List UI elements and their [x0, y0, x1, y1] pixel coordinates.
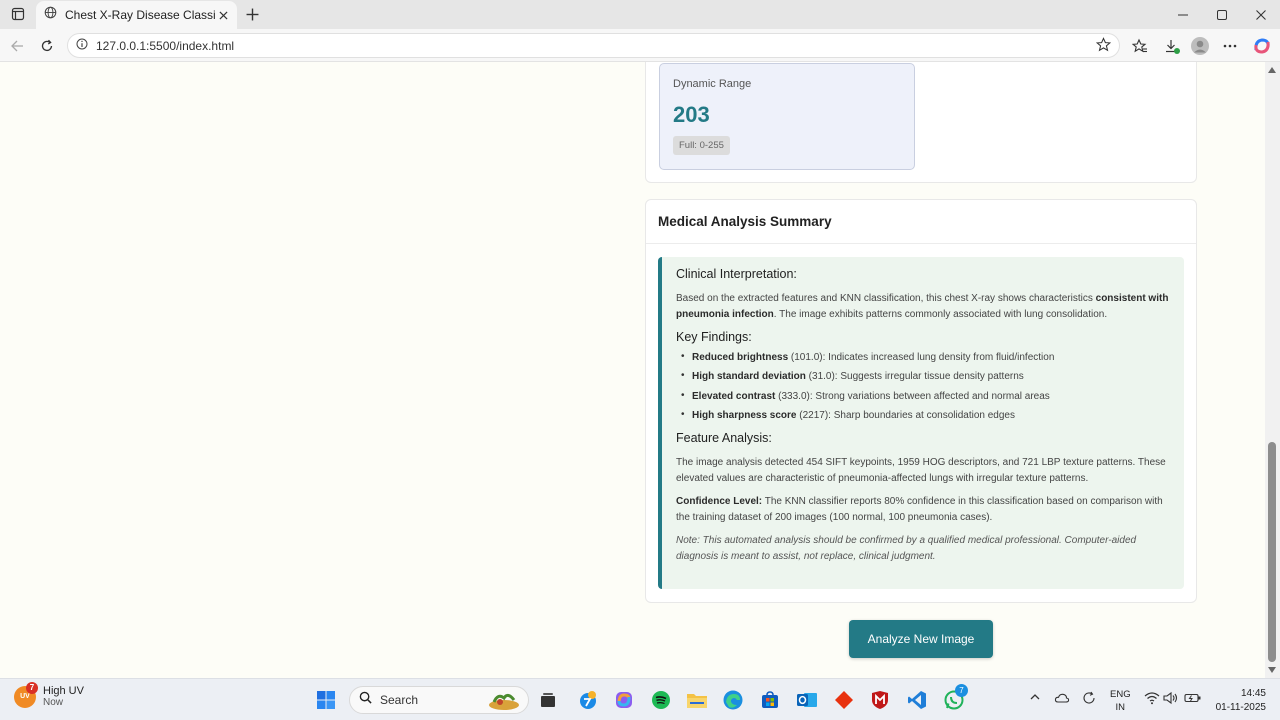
scroll-up-icon[interactable] — [1268, 67, 1276, 73]
copilot-icon[interactable] — [1251, 35, 1273, 57]
finding-text: (2217): Sharp boundaries at consolidatio… — [796, 409, 1015, 421]
summary-header: Medical Analysis Summary — [646, 200, 1196, 244]
volume-icon[interactable] — [1163, 691, 1179, 708]
taskbar-search[interactable]: Search — [349, 686, 529, 714]
input-language-indicator[interactable]: ENG IN — [1110, 688, 1131, 714]
cloud-sync-icon[interactable] — [1054, 691, 1070, 708]
whatsapp-icon[interactable]: 7 — [943, 684, 968, 711]
clock-time: 14:45 — [1240, 688, 1266, 699]
scrollbar-thumb[interactable] — [1268, 442, 1276, 662]
metric-range-pill: Full: 0-255 — [673, 136, 730, 155]
whatsapp-badge: 7 — [955, 684, 968, 697]
globe-icon — [44, 6, 57, 24]
finding-bold: Reduced brightness — [692, 352, 789, 363]
finding-text: (31.0): Suggests irregular tissue densit… — [805, 371, 1024, 383]
maximize-icon[interactable] — [1203, 0, 1241, 29]
finding-bold: High sharpness score — [692, 409, 797, 421]
profile-avatar-icon[interactable] — [1189, 35, 1211, 57]
address-bar[interactable]: 127.0.0.1:5500/index.html — [67, 33, 1120, 58]
mcafee-shield-icon[interactable] — [869, 689, 891, 711]
tab-actions-icon[interactable] — [6, 4, 30, 24]
git-diamond-icon[interactable] — [833, 689, 855, 711]
scroll-down-icon[interactable] — [1268, 667, 1276, 673]
search-icon — [359, 691, 372, 709]
page-viewport: Dynamic Range 203 Full: 0-255 Medical An… — [0, 62, 1265, 678]
back-arrow-icon[interactable] — [6, 35, 28, 57]
medical-summary-card: Medical Analysis Summary Clinical Interp… — [645, 199, 1197, 603]
weather-subtitle: Now — [43, 697, 64, 708]
show-hidden-icons-chevron-icon[interactable] — [1029, 691, 1041, 706]
clock-date: 01-11-2025 — [1215, 702, 1266, 713]
browser-tab-bar: Chest X-Ray Disease Classifier — [0, 0, 1280, 29]
clinical-title: Clinical Interpretation: — [676, 267, 797, 281]
clinical-text-pre: Based on the extracted features and KNN … — [676, 293, 1096, 304]
battery-icon[interactable] — [1184, 691, 1202, 708]
search-highlight-icon — [486, 690, 522, 717]
task-view-icon[interactable] — [537, 689, 559, 711]
browser-tab[interactable]: Chest X-Ray Disease Classifier — [36, 1, 237, 29]
edu-app-icon[interactable] — [577, 689, 599, 711]
clinical-paragraph: Based on the extracted features and KNN … — [676, 291, 1170, 323]
uv-sun-icon: UV 7 — [14, 681, 38, 708]
clinical-interpretation-panel: Clinical Interpretation: Based on the ex… — [658, 257, 1184, 589]
finding-bold: High standard deviation — [692, 371, 806, 383]
edge-browser-icon[interactable] — [722, 689, 744, 711]
finding-text: (333.0): Strong variations between affec… — [775, 390, 1050, 402]
finding-text: (101.0): Indicates increased lung densit… — [788, 352, 1055, 363]
windows-taskbar: UV 7 High UV Now Search 7 ENG IN 14:45 0… — [0, 678, 1280, 720]
feature-paragraph: The image analysis detected 454 SIFT key… — [676, 457, 1166, 485]
lang-primary: ENG — [1110, 689, 1131, 700]
confidence-label: Confidence Level: — [676, 496, 763, 508]
wifi-icon[interactable] — [1144, 691, 1160, 708]
site-info-icon[interactable] — [76, 37, 88, 55]
weather-widget[interactable]: UV 7 High UV Now — [14, 681, 84, 708]
close-window-icon[interactable] — [1242, 0, 1280, 29]
spotify-icon[interactable] — [650, 689, 672, 711]
file-explorer-icon[interactable] — [686, 689, 708, 711]
new-tab-icon[interactable] — [242, 4, 262, 24]
uv-sun-text: UV — [20, 693, 30, 700]
finding-item: High sharpness score (2217): Sharp bound… — [678, 409, 1170, 429]
microsoft-store-icon[interactable] — [759, 689, 781, 711]
weather-badge: 7 — [26, 681, 38, 694]
copilot-app-icon[interactable] — [613, 689, 635, 711]
favorites-icon[interactable] — [1129, 35, 1151, 57]
clinical-text-post: . The image exhibits patterns commonly a… — [773, 309, 1108, 320]
browser-toolbar: 127.0.0.1:5500/index.html — [0, 29, 1280, 62]
page-scrollbar[interactable] — [1265, 62, 1280, 678]
windows-start-icon[interactable] — [315, 689, 337, 711]
image-statistics-card: Dynamic Range 203 Full: 0-255 — [645, 62, 1197, 183]
disclaimer-note: Note: This automated analysis should be … — [676, 535, 1137, 563]
summary-heading: Medical Analysis Summary — [658, 214, 832, 229]
confidence-paragraph: Confidence Level: The KNN classifier rep… — [676, 494, 1170, 526]
finding-item: Elevated contrast (333.0): Strong variat… — [678, 390, 1170, 410]
finding-bold: Elevated contrast — [692, 390, 776, 402]
analyze-new-image-button[interactable]: Analyze New Image — [849, 620, 993, 658]
downloads-icon[interactable] — [1161, 35, 1183, 57]
key-findings-title: Key Findings: — [676, 330, 752, 344]
finding-item: High standard deviation (31.0): Suggests… — [678, 370, 1170, 390]
metric-value: 203 — [673, 102, 710, 127]
favorite-star-icon[interactable] — [1095, 37, 1112, 57]
finding-item: Reduced brightness (101.0): Indicates in… — [678, 351, 1170, 371]
more-options-icon[interactable] — [1219, 35, 1241, 57]
refresh-sync-icon[interactable] — [1081, 691, 1097, 708]
metric-label: Dynamic Range — [673, 78, 752, 90]
vscode-icon[interactable] — [906, 689, 928, 711]
lang-region: IN — [1115, 702, 1126, 713]
system-clock[interactable]: 14:45 01-11-2025 — [1210, 687, 1266, 715]
key-findings-list: Reduced brightness (101.0): Indicates in… — [678, 351, 1170, 429]
feature-analysis-title: Feature Analysis: — [676, 431, 772, 446]
reload-icon[interactable] — [36, 35, 58, 57]
tab-title: Chest X-Ray Disease Classifier — [65, 8, 215, 22]
dynamic-range-metric: Dynamic Range 203 Full: 0-255 — [659, 63, 915, 170]
search-label: Search — [380, 693, 419, 707]
weather-title: High UV — [43, 685, 84, 697]
minimize-icon[interactable] — [1164, 0, 1202, 29]
outlook-icon[interactable] — [796, 689, 818, 711]
close-tab-icon[interactable] — [215, 7, 231, 23]
url-text[interactable]: 127.0.0.1:5500/index.html — [96, 39, 234, 53]
